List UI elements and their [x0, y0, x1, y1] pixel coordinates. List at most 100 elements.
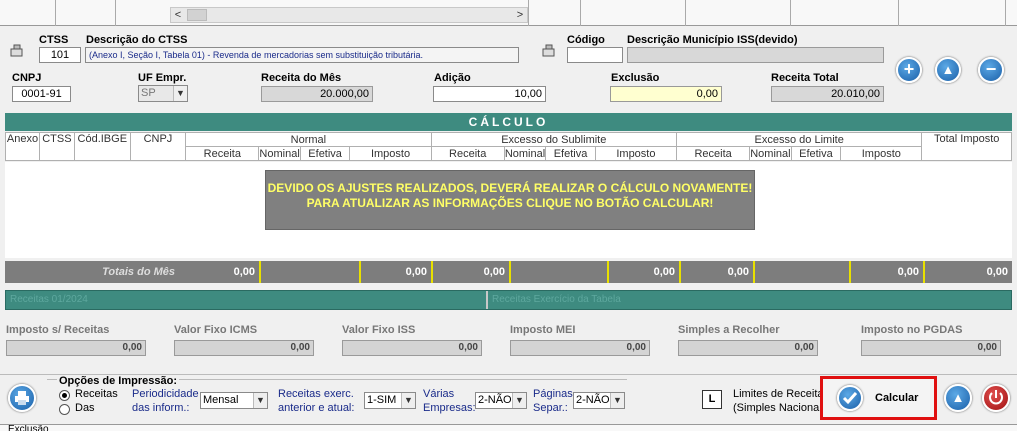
chevron-down-icon[interactable]: ▼	[401, 393, 415, 408]
col-excesso-limite: Excesso do Limite	[675, 132, 923, 147]
limites-label-2: (Simples Nacional)	[733, 402, 826, 414]
col-nominal: Nominal	[749, 146, 792, 161]
paginas-separ-select[interactable]: 2-NÃO ▼	[573, 392, 625, 409]
limites-button[interactable]: L	[702, 390, 722, 409]
receitas-exercicio-text: Receitas Exercício da Tabela	[492, 294, 621, 305]
col-excesso-sublimite: Excesso do Sublimite	[430, 132, 677, 147]
varias-empresas-label-1: Várias	[423, 388, 455, 400]
col-normal: Normal	[185, 132, 432, 147]
codigo-field[interactable]	[567, 47, 623, 63]
col-receita: Receita	[185, 146, 260, 161]
print-button[interactable]	[8, 384, 36, 412]
periodicidade-select[interactable]: Mensal ▼	[200, 392, 268, 409]
receitas-exerc-label-1: Receitas exerc.	[278, 388, 354, 400]
chevron-down-icon[interactable]: ▼	[610, 393, 624, 408]
calculo-header-table: Anexo CTSS Cód.IBGE CNPJ Normal Excesso …	[5, 132, 1012, 161]
codigo-label: Código	[567, 34, 605, 46]
receitas-exerc-select[interactable]: 1-SIM ▼	[364, 392, 416, 409]
exclusao-label: Exclusão	[611, 72, 660, 84]
simples-recolher-field: 0,00	[678, 340, 818, 356]
grid-column	[898, 0, 899, 26]
cnpj-field[interactable]: 0001-91	[12, 86, 71, 102]
col-imposto: Imposto	[594, 146, 677, 161]
grid-column	[580, 0, 581, 26]
up-arrow-icon: ▲	[951, 390, 965, 405]
col-efetiva: Efetiva	[790, 146, 842, 161]
calculo-title-bar: CÁLCULO	[5, 113, 1012, 131]
varias-empresas-label-2: Empresas:	[423, 402, 476, 414]
valor-fixo-iss-label: Valor Fixo ISS	[342, 324, 416, 336]
receita-total-label: Receita Total	[771, 72, 839, 84]
receitas-exerc-value: 1-SIM	[367, 394, 397, 406]
municipio-desc-field	[627, 47, 884, 63]
municipio-desc-label: Descrição Município ISS(devido)	[627, 34, 798, 46]
total-limite-imposto: 0,00	[851, 261, 925, 283]
periodicidade-value: Mensal	[203, 394, 239, 406]
col-cnpj: CNPJ	[129, 132, 187, 161]
remove-button[interactable]: −	[978, 57, 1004, 83]
total-normal-imposto: 0,00	[361, 261, 433, 283]
varias-empresas-select[interactable]: 2-NÃO ▼	[475, 392, 527, 409]
paginas-separ-label-1: Páginas	[533, 388, 573, 400]
scroll-thumb[interactable]	[187, 9, 207, 21]
cnpj-label: CNPJ	[12, 72, 42, 84]
scroll-left-button[interactable]: <	[171, 8, 185, 22]
grid-column	[685, 0, 686, 26]
radio-das-label: Das	[75, 402, 95, 414]
exclusao-field[interactable]: 0,00	[610, 86, 722, 102]
total-sublimite-imposto: 0,00	[609, 261, 681, 283]
chevron-down-icon[interactable]: ▼	[253, 393, 267, 408]
col-total-imposto: Total Imposto	[921, 132, 1012, 161]
warning-line-1: DEVIDO OS AJUSTES REALIZADOS, DEVERÁ REA…	[267, 181, 753, 195]
col-imposto: Imposto	[840, 146, 923, 161]
total-sublimite-rate	[511, 261, 609, 283]
uf-select[interactable]: SP ▼	[138, 85, 188, 102]
power-icon	[989, 390, 1003, 405]
adicao-field[interactable]: 10,00	[433, 86, 546, 102]
imposto-pgdas-label: Imposto no PGDAS	[861, 324, 963, 336]
uf-label: UF Empr.	[138, 72, 187, 84]
add-button[interactable]: +	[896, 57, 922, 83]
periodicidade-label-2: das inform.:	[132, 402, 190, 414]
imposto-mei-label: Imposto MEI	[510, 324, 576, 336]
radio-das[interactable]	[59, 404, 70, 415]
calcular-button[interactable]: Calcular	[820, 376, 937, 420]
col-efetiva: Efetiva	[299, 146, 351, 161]
chevron-down-icon[interactable]: ▼	[512, 393, 526, 408]
move-up-button[interactable]: ▲	[935, 57, 961, 83]
periodicidade-label-1: Periodicidade	[132, 388, 199, 400]
imposto-receitas-field: 0,00	[6, 340, 146, 356]
receita-mes-label: Receita do Mês	[261, 72, 342, 84]
grid-column	[790, 0, 791, 26]
eraser-icon[interactable]	[8, 44, 26, 62]
horizontal-scrollbar[interactable]: < >	[170, 7, 528, 23]
ctss-label: CTSS	[39, 34, 69, 46]
eraser-icon[interactable]	[540, 44, 558, 62]
chevron-down-icon[interactable]: ▼	[173, 86, 187, 101]
paginas-separ-label-2: Separ.:	[533, 402, 568, 414]
scroll-top-button[interactable]: ▲	[944, 384, 972, 412]
receitas-exerc-label-2: anterior e atual:	[278, 402, 355, 414]
receita-total-field: 20.010,00	[771, 86, 884, 102]
recalculate-warning: DEVIDO OS AJUSTES REALIZADOS, DEVERÁ REA…	[265, 170, 755, 230]
grid-column	[1005, 0, 1006, 26]
ctss-description-field[interactable]: (Anexo I, Seção I, Tabela 01) - Revenda …	[85, 47, 519, 63]
valor-fixo-icms-field: 0,00	[174, 340, 314, 356]
grid-column	[528, 0, 529, 26]
imposto-receitas-label: Imposto s/ Receitas	[6, 324, 110, 336]
scroll-right-button[interactable]: >	[513, 8, 527, 22]
opcoes-impressao-label: Opções de Impressão:	[57, 375, 179, 387]
ctss-field[interactable]: 101	[39, 47, 81, 63]
radio-receitas[interactable]	[59, 390, 70, 401]
uf-value: SP	[141, 87, 156, 99]
power-button[interactable]	[982, 384, 1010, 412]
grid-column	[55, 0, 56, 26]
receitas-bar: Receitas 01/2024 Receitas Exercício da T…	[5, 290, 1012, 310]
totals-row: Totais do Mês 0,00 0,00 0,00 0,00 0,00 0…	[5, 261, 1012, 283]
printer-icon	[15, 391, 29, 405]
col-receita: Receita	[675, 146, 751, 161]
ctss-desc-label: Descrição do CTSS	[86, 34, 188, 46]
col-nominal: Nominal	[503, 146, 547, 161]
total-normal-rate	[261, 261, 361, 283]
valor-fixo-iss-field: 0,00	[342, 340, 482, 356]
